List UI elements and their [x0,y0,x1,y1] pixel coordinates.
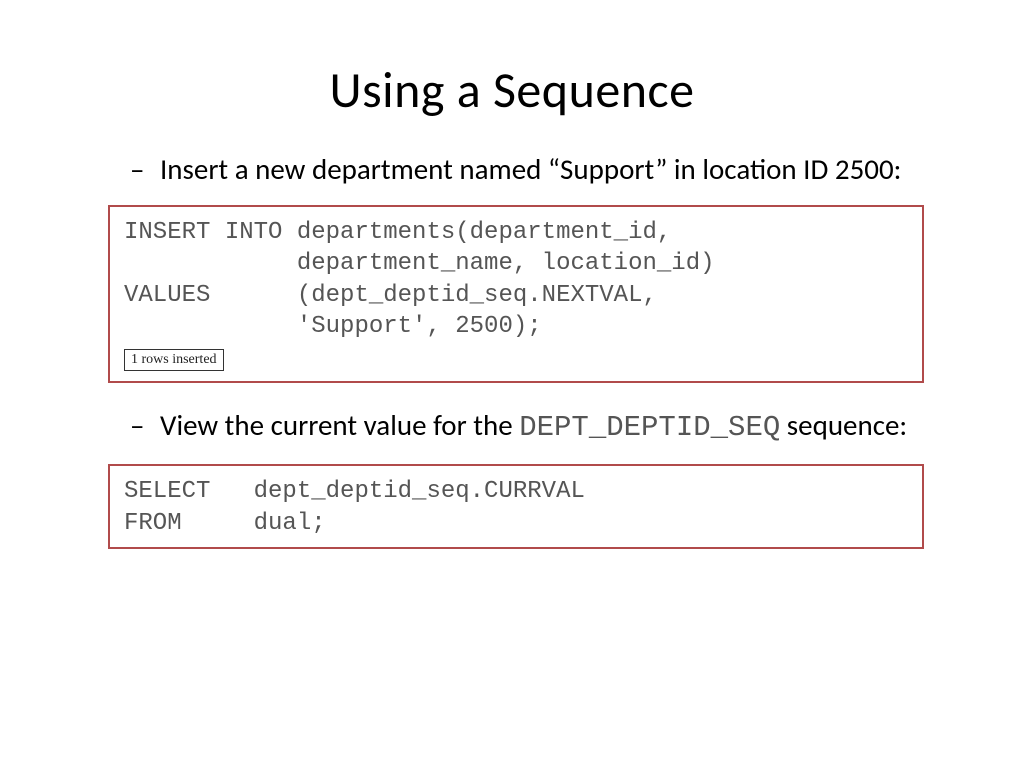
code-line: department_name, location_id) [124,250,715,277]
code-block-insert: INSERT INTO departments(department_id, d… [108,205,924,383]
bullet-view: View the current value for the DEPT_DEPT… [160,407,924,446]
code-line: SELECT dept_deptid_seq.CURRVAL [124,478,585,505]
bullet-view-pre: View the current value for the [160,407,519,443]
code-line: FROM dual; [124,510,326,537]
bullet-insert: Insert a new department named “Support” … [160,151,924,187]
code-line: 'Support', 2500); [124,313,542,340]
slide: Using a Sequence Insert a new department… [0,0,1024,768]
bullet-view-post: sequence: [780,407,907,443]
code-line: VALUES (dept_deptid_seq.NEXTVAL, [124,282,657,309]
code-block-select: SELECT dept_deptid_seq.CURRVAL FROM dual… [108,464,924,548]
result-chip: 1 rows inserted [124,349,224,371]
code-line: INSERT INTO departments(department_id, [124,219,671,246]
sequence-name-inline: DEPT_DEPTID_SEQ [519,411,780,444]
slide-title: Using a Sequence [60,60,964,121]
